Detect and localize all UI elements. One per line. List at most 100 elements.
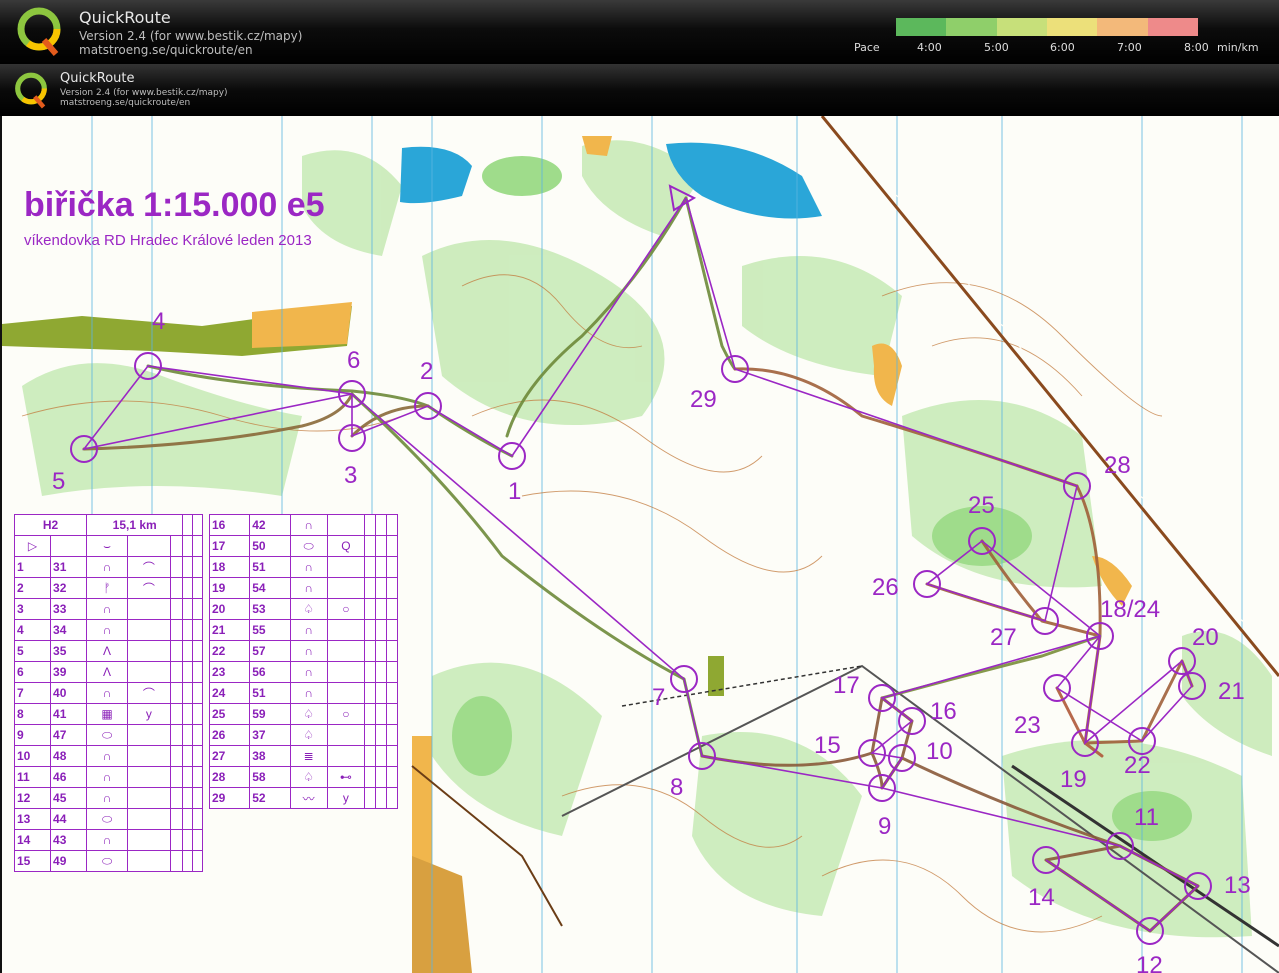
empty-cell <box>364 724 377 746</box>
empty-cell <box>169 850 184 872</box>
detail-symbol: ⌒ <box>127 577 171 599</box>
control-number: 8 <box>13 703 52 725</box>
empty-cell <box>385 703 399 725</box>
description-row: 15 49 ⬭ <box>13 850 203 872</box>
detail-symbol <box>127 745 171 767</box>
control-label: 17 <box>833 672 860 699</box>
pace-scale-cell <box>986 18 998 36</box>
control-code: 41 <box>50 703 88 725</box>
control-label: 1 <box>508 478 522 505</box>
control-label: 22 <box>1124 752 1151 779</box>
pace-scale-cell <box>1026 18 1038 36</box>
pace-scale-cell <box>956 18 967 36</box>
pace-scale-cell <box>1006 18 1018 36</box>
feature-symbol: ∩ <box>289 640 328 662</box>
control-number: 11 <box>13 766 52 788</box>
pace-scale-cell <box>1137 18 1149 36</box>
empty-cell <box>182 808 194 830</box>
control-number: 18 <box>208 556 251 578</box>
detail-symbol: ⊷ <box>326 766 366 788</box>
description-row: 11 46 ∩ <box>13 766 203 788</box>
empty-cell <box>364 682 377 704</box>
control-code: 38 <box>249 745 291 767</box>
control-number: 6 <box>13 661 52 683</box>
pace-scale-cell <box>1067 18 1078 36</box>
detail-symbol: y <box>326 787 366 809</box>
empty-cell <box>182 640 194 662</box>
orienteering-map[interactable]: biřička 1:15.000 e5 víkendovka RD Hradec… <box>2 116 1279 973</box>
control-code: 55 <box>249 619 291 641</box>
description-row: 16 42 ∩ <box>208 514 399 536</box>
empty-cell <box>182 724 194 746</box>
empty-cell <box>364 661 377 683</box>
detail-symbol <box>326 640 366 662</box>
empty-cell <box>385 745 399 767</box>
feature-symbol: ∩ <box>289 682 328 704</box>
detail-symbol: y <box>127 703 171 725</box>
empty-cell <box>375 766 387 788</box>
control-number: 24 <box>208 682 251 704</box>
control-code: 32 <box>50 577 88 599</box>
control-label: 13 <box>1224 872 1251 899</box>
control-label: 16 <box>930 698 957 725</box>
empty-cell <box>385 682 399 704</box>
empty-cell <box>385 514 399 536</box>
feature-symbol: ∩ <box>289 514 328 536</box>
control-code: 49 <box>50 850 88 872</box>
description-row: 14 43 ∩ <box>13 829 203 851</box>
description-row: 18 51 ∩ <box>208 556 399 578</box>
empty-cell <box>385 661 399 683</box>
app-url[interactable]: matstroeng.se/quickroute/en <box>79 43 302 58</box>
empty-cell <box>192 724 203 746</box>
empty-cell <box>364 535 377 557</box>
empty-cell <box>182 766 194 788</box>
detail-symbol <box>127 787 171 809</box>
pace-scale-cell <box>916 18 927 36</box>
empty-cell <box>375 535 387 557</box>
control-label: 18/24 <box>1100 596 1161 623</box>
detail-symbol <box>326 577 366 599</box>
control-number: 25 <box>208 703 251 725</box>
control-code: 53 <box>249 598 291 620</box>
control-code: 50 <box>249 535 291 557</box>
empty-cell <box>375 514 387 536</box>
control-code: 31 <box>50 556 88 578</box>
control-number: 28 <box>208 766 251 788</box>
control-label: 9 <box>878 813 892 840</box>
description-row: 24 51 ∩ <box>208 682 399 704</box>
control-label: 21 <box>1218 678 1245 705</box>
empty-cell <box>375 556 387 578</box>
pace-scale-cell <box>1036 18 1048 36</box>
detail-symbol <box>127 850 171 872</box>
pace-scale-cell <box>1127 18 1139 36</box>
detail-symbol <box>326 661 366 683</box>
app-title: QuickRoute <box>79 8 171 27</box>
empty-cell <box>192 850 203 872</box>
empty-cell <box>385 724 399 746</box>
feature-symbol: ∩ <box>86 787 129 809</box>
pace-tick: 5:00 <box>984 41 1009 54</box>
empty-cell <box>169 598 184 620</box>
control-number: 17 <box>208 535 251 557</box>
description-row: 12 45 ∩ <box>13 787 203 809</box>
feature-symbol: ∩ <box>86 556 129 578</box>
control-number: 4 <box>13 619 52 641</box>
detail-symbol <box>127 661 171 683</box>
control-code: 56 <box>249 661 291 683</box>
empty-cell <box>364 514 377 536</box>
detail-symbol: ⌒ <box>127 556 171 578</box>
control-label: 5 <box>52 468 66 495</box>
feature-symbol: ∩ <box>86 598 129 620</box>
control-code: 40 <box>50 682 88 704</box>
app-url[interactable]: matstroeng.se/quickroute/en <box>60 98 228 108</box>
control-code: 51 <box>249 556 291 578</box>
feature-symbol: ♤ <box>289 598 328 620</box>
control-label: 10 <box>926 738 953 765</box>
feature-symbol: ♤ <box>289 766 328 788</box>
description-row: 22 57 ∩ <box>208 640 399 662</box>
empty-cell <box>364 598 377 620</box>
pace-scale-cell <box>1147 18 1159 36</box>
control-number: 22 <box>208 640 251 662</box>
control-number: 13 <box>13 808 52 830</box>
empty-cell <box>364 619 377 641</box>
